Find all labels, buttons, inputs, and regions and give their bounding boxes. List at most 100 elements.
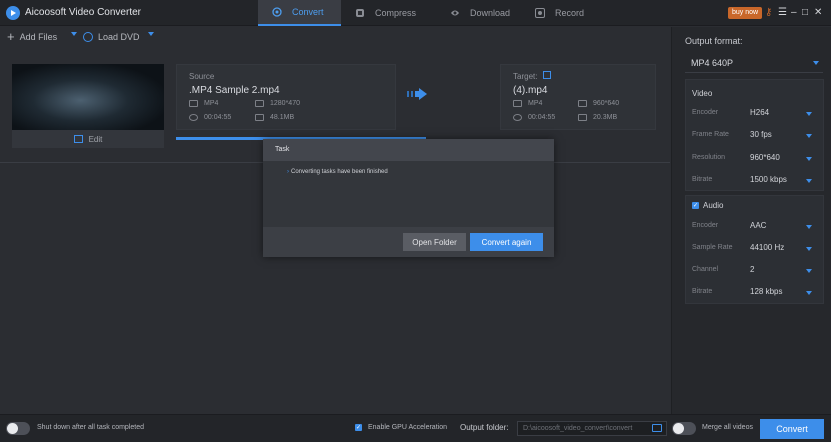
dialog-title: Task bbox=[275, 146, 290, 153]
tab-convert-label: Convert bbox=[292, 7, 324, 17]
dialog-header: Task bbox=[263, 139, 554, 161]
gpu-label: Enable GPU Acceleration bbox=[368, 424, 447, 431]
size-icon bbox=[578, 114, 587, 121]
target-size: 20.3MB bbox=[578, 114, 617, 121]
chevron-down-icon bbox=[148, 32, 154, 36]
output-format-label: Output format: bbox=[685, 36, 743, 46]
dvd-icon bbox=[83, 32, 93, 42]
source-resolution-value: 1280*470 bbox=[270, 100, 300, 107]
source-format-value: MP4 bbox=[204, 100, 219, 107]
edit-button[interactable]: Edit bbox=[12, 130, 164, 148]
convert-icon bbox=[272, 7, 282, 17]
output-folder-input[interactable]: D:\aicoosoft_video_convert\convert bbox=[517, 421, 667, 436]
target-format-value: MP4 bbox=[528, 100, 543, 107]
source-size-value: 48.1MB bbox=[270, 114, 295, 121]
tab-record-label: Record bbox=[555, 8, 585, 18]
video-encoder-select[interactable]: H264 bbox=[750, 108, 769, 117]
audio-encoder-select[interactable]: AAC bbox=[750, 221, 766, 230]
target-edit-icon[interactable] bbox=[543, 71, 551, 79]
target-label: Target: bbox=[513, 72, 538, 81]
clock-icon bbox=[189, 114, 198, 121]
audio-encoder-label: Encoder bbox=[692, 222, 719, 229]
chevron-down-icon bbox=[71, 32, 77, 36]
audio-section-title: Audio bbox=[703, 201, 724, 210]
frame-rate-select[interactable]: 30 fps bbox=[750, 130, 772, 139]
source-duration: 00:04:55 bbox=[189, 114, 231, 121]
chevron-down-icon[interactable] bbox=[806, 225, 812, 229]
video-settings: Video Encoder H264 Frame Rate 30 fps Res… bbox=[685, 79, 824, 191]
tab-record[interactable]: Record bbox=[521, 0, 601, 26]
target-resolution: 960*640 bbox=[578, 100, 619, 107]
shutdown-label: Shut down after all task completed bbox=[37, 424, 145, 431]
audio-checkbox-icon[interactable]: ✓ bbox=[692, 202, 699, 209]
sample-rate-label: Sample Rate bbox=[692, 244, 733, 251]
video-encoder-label: Encoder bbox=[692, 109, 719, 116]
source-duration-value: 00:04:55 bbox=[204, 114, 232, 121]
target-size-value: 20.3MB bbox=[593, 114, 618, 121]
channel-label: Channel bbox=[692, 266, 719, 273]
video-bitrate-label: Bitrate bbox=[692, 176, 713, 183]
tab-convert[interactable]: Convert bbox=[258, 0, 341, 26]
chevron-down-icon[interactable] bbox=[806, 291, 812, 295]
tab-download-label: Download bbox=[470, 8, 511, 18]
source-filename: .MP4 Sample 2.mp4 bbox=[189, 85, 280, 96]
toolbar: + Add Files Load DVD bbox=[0, 27, 670, 51]
audio-bitrate-select[interactable]: 128 kbps bbox=[750, 287, 782, 296]
source-info: Source .MP4 Sample 2.mp4 MP4 1280*470 00… bbox=[176, 64, 396, 130]
convert-arrow-icon bbox=[407, 88, 427, 100]
gpu-checkbox-icon[interactable]: ✓ bbox=[355, 424, 362, 431]
output-format-select[interactable]: MP4 640P bbox=[685, 53, 823, 73]
add-files-dropdown[interactable] bbox=[71, 32, 77, 36]
load-dvd-label: Load DVD bbox=[98, 32, 140, 42]
target-duration-value: 00:04:55 bbox=[528, 114, 556, 121]
chevron-down-icon[interactable] bbox=[806, 112, 812, 116]
add-files-button[interactable]: + Add Files bbox=[7, 30, 58, 43]
folder-icon[interactable] bbox=[652, 424, 662, 432]
audio-settings: ✓ Audio Encoder AAC Sample Rate 44100 Hz… bbox=[685, 195, 824, 304]
tab-compress-label: Compress bbox=[375, 8, 417, 18]
tab-compress[interactable]: Compress bbox=[341, 0, 436, 26]
chevron-down-icon[interactable] bbox=[806, 179, 812, 183]
output-folder-label: Output folder: bbox=[460, 423, 509, 432]
resolution-select[interactable]: 960*640 bbox=[750, 153, 780, 162]
video-section-title: Video bbox=[692, 89, 713, 98]
key-icon[interactable]: ⚷ bbox=[765, 6, 772, 20]
load-dvd-dropdown[interactable] bbox=[148, 32, 154, 36]
title-bar: Aicoosoft Video Converter Convert Compre… bbox=[0, 0, 831, 26]
sample-rate-select[interactable]: 44100 Hz bbox=[750, 243, 784, 252]
close-icon[interactable]: ✕ bbox=[814, 6, 822, 20]
menu-icon[interactable]: ☰ bbox=[778, 6, 787, 20]
resolution-icon bbox=[578, 100, 587, 107]
chevron-down-icon[interactable] bbox=[806, 134, 812, 138]
audio-section[interactable]: ✓ Audio bbox=[692, 201, 723, 210]
task-dialog: Task › Converting tasks have been finishe… bbox=[263, 139, 554, 257]
buy-now-button[interactable]: buy now bbox=[728, 7, 763, 19]
target-filename: (4).mp4 bbox=[513, 85, 548, 96]
format-icon bbox=[513, 100, 522, 107]
shutdown-toggle[interactable] bbox=[6, 422, 30, 435]
add-files-label: Add Files bbox=[19, 32, 58, 42]
video-bitrate-select[interactable]: 1500 kbps bbox=[750, 175, 787, 184]
resolution-icon bbox=[255, 100, 264, 107]
minimize-icon[interactable]: – bbox=[791, 6, 797, 20]
chevron-down-icon[interactable] bbox=[806, 269, 812, 273]
chevron-down-icon[interactable] bbox=[806, 157, 812, 161]
download-icon bbox=[450, 8, 460, 18]
dialog-message-text: Converting tasks have been finished bbox=[291, 169, 388, 175]
merge-toggle[interactable] bbox=[672, 422, 696, 435]
open-folder-button[interactable]: Open Folder bbox=[403, 233, 466, 251]
load-dvd-button[interactable]: Load DVD bbox=[83, 32, 140, 42]
convert-again-button[interactable]: Convert again bbox=[470, 233, 543, 251]
info-bullet-icon: › bbox=[287, 169, 289, 175]
video-thumbnail[interactable] bbox=[12, 64, 164, 130]
maximize-icon[interactable]: □ bbox=[802, 6, 808, 20]
target-resolution-value: 960*640 bbox=[593, 100, 620, 107]
gpu-acceleration-checkbox[interactable]: ✓ Enable GPU Acceleration bbox=[355, 424, 447, 431]
target-format: MP4 bbox=[513, 100, 542, 107]
frame-rate-label: Frame Rate bbox=[692, 131, 729, 138]
convert-button[interactable]: Convert bbox=[760, 419, 824, 439]
chevron-down-icon[interactable] bbox=[806, 247, 812, 251]
edit-icon bbox=[73, 135, 83, 143]
tab-download[interactable]: Download bbox=[436, 0, 521, 26]
channel-select[interactable]: 2 bbox=[750, 265, 754, 274]
